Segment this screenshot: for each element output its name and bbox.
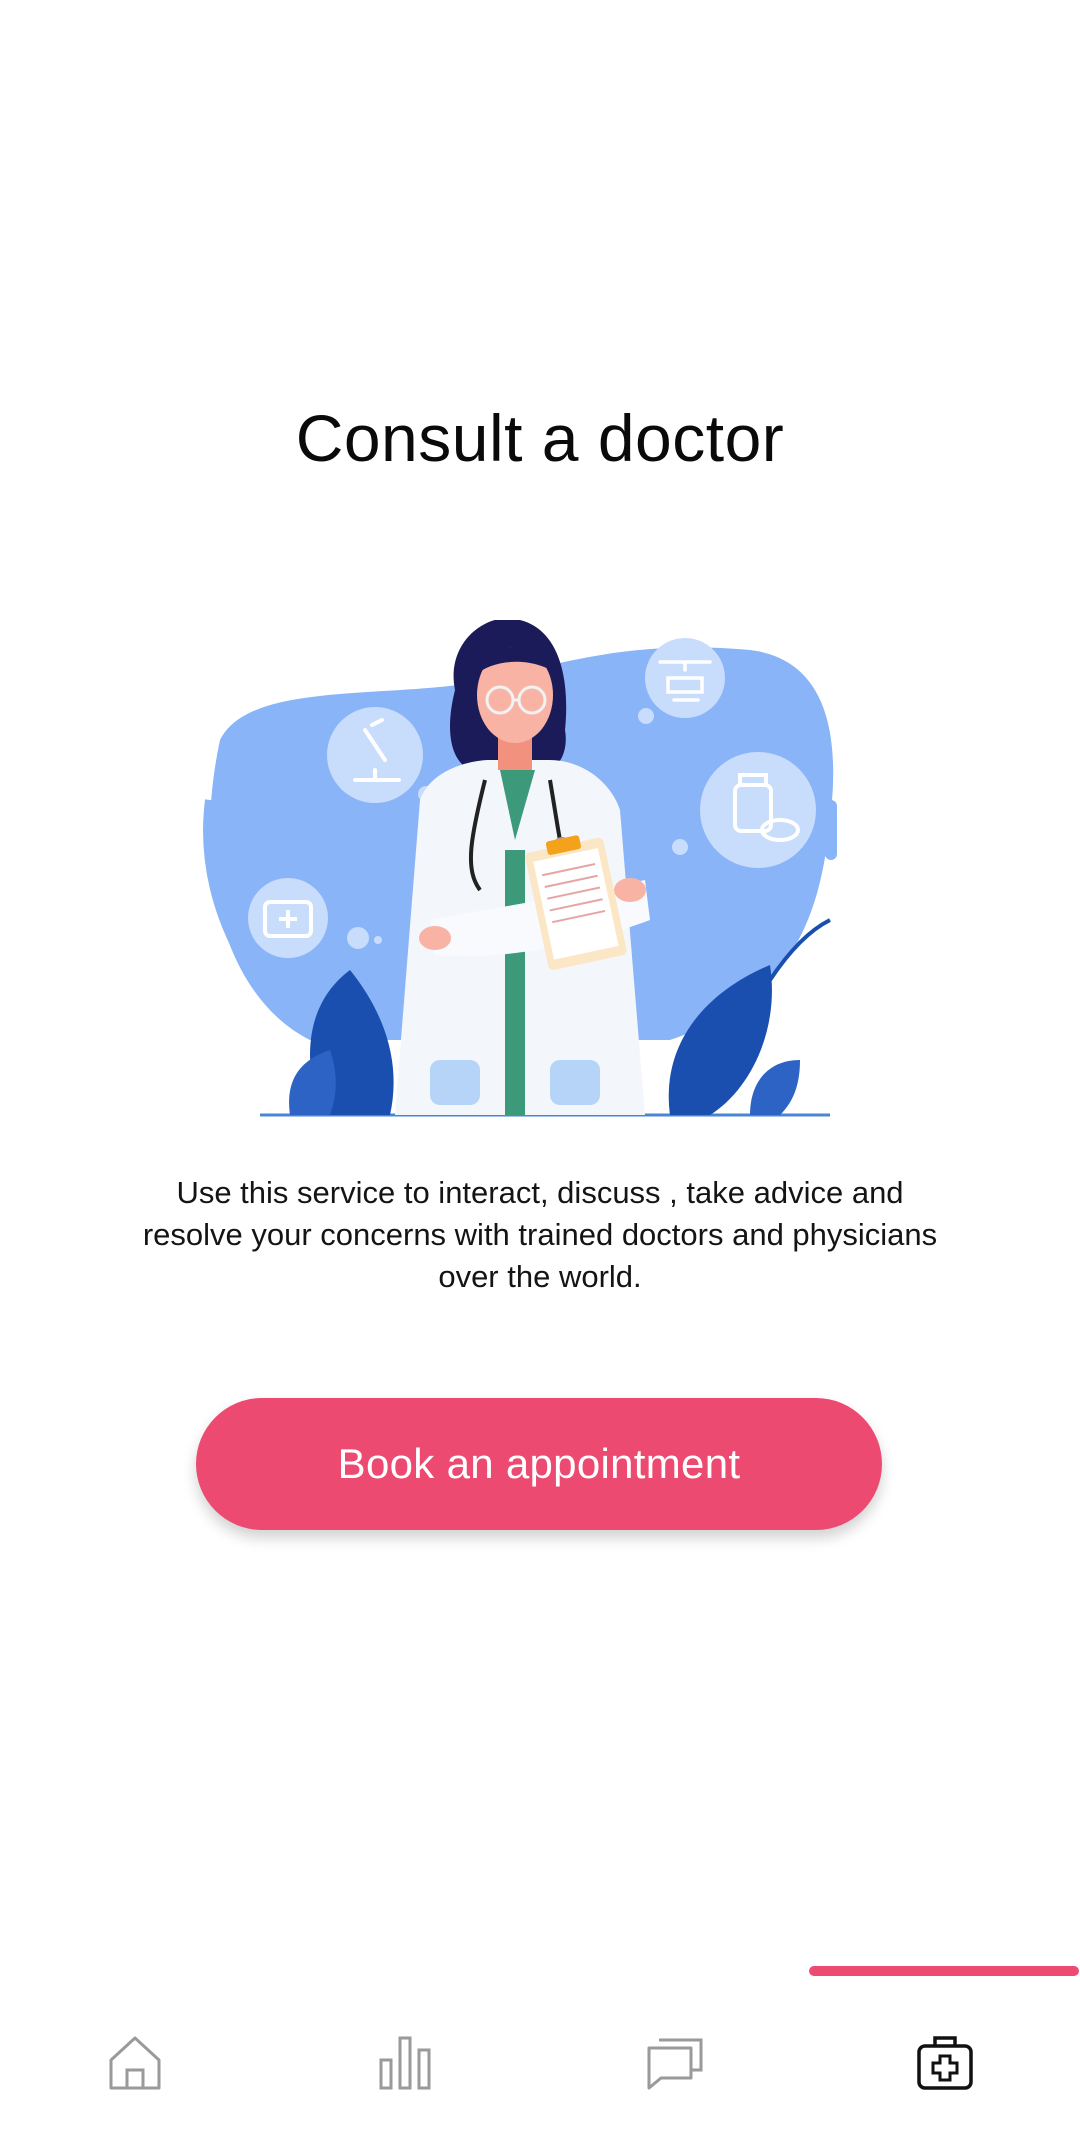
active-tab-indicator (809, 1966, 1079, 1976)
doctor-illustration (203, 620, 837, 1117)
microscope-icon (327, 707, 423, 803)
helicopter-icon (645, 638, 725, 718)
bar-chart-icon (379, 2036, 431, 2090)
bottom-navigation (0, 1992, 1080, 2132)
chat-icon (647, 2038, 703, 2090)
nav-consult[interactable] (810, 1992, 1080, 2132)
nav-chat[interactable] (540, 1992, 810, 2132)
medicine-bottle-icon (700, 752, 816, 868)
medical-kit-icon (917, 2036, 973, 2090)
book-appointment-button[interactable]: Book an appointment (196, 1398, 882, 1530)
service-description: Use this service to interact, discuss , … (142, 1175, 938, 1294)
home-icon (109, 2036, 161, 2090)
first-aid-kit-icon (248, 878, 328, 958)
nav-stats[interactable] (270, 1992, 540, 2132)
page-title: Consult a doctor (295, 401, 785, 475)
consult-screen: Consult a doctor Use this service to int… (0, 0, 1080, 2132)
nav-home[interactable] (0, 1992, 270, 2132)
